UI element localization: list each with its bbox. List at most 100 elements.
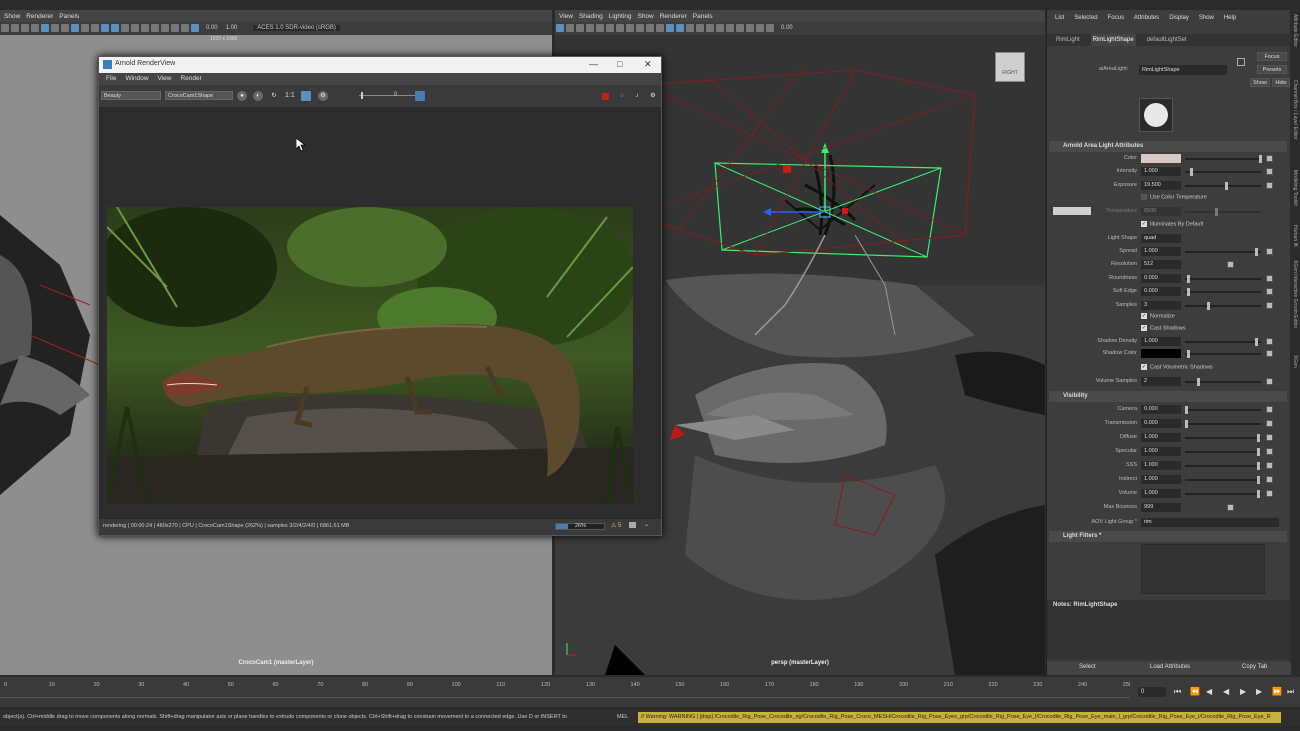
intensity-slider[interactable]	[1185, 171, 1261, 173]
warning-icon[interactable]: ⚠ 5	[611, 522, 621, 529]
select-button[interactable]: Select	[1079, 664, 1096, 670]
chevron-down-icon[interactable]: ⌄	[644, 521, 649, 528]
map-button-icon[interactable]	[1266, 448, 1273, 455]
render-region-icon[interactable]: ●	[237, 91, 247, 101]
isolate-icon[interactable]	[726, 24, 734, 32]
ao-icon[interactable]	[706, 24, 714, 32]
map-button-icon[interactable]	[1266, 350, 1273, 357]
menu-window[interactable]: Window	[125, 73, 148, 85]
gear-icon[interactable]: ⚙	[318, 91, 328, 101]
isolate-icon[interactable]	[171, 24, 179, 32]
image-plane-icon[interactable]	[31, 24, 39, 32]
camera-select[interactable]: CrocoCam1Shape	[165, 91, 233, 100]
display-settings-icon[interactable]: ◐	[253, 91, 263, 101]
dock-tab-xgen-groom[interactable]: XGen Interactive Groom Editor	[1292, 260, 1298, 328]
map-button-icon[interactable]	[1227, 504, 1234, 511]
safe-action-icon[interactable]	[91, 24, 99, 32]
command-line-warning[interactable]: // Warning: WARNING | [disp] /Crocodile_…	[638, 712, 1281, 723]
xray-icon[interactable]	[736, 24, 744, 32]
map-button-icon[interactable]	[1266, 434, 1273, 441]
color-space-select[interactable]: ACES 1.0 SDR-video (sRGB)	[253, 25, 340, 31]
tab-defaultlightset[interactable]: defaultLightSet	[1147, 34, 1187, 46]
xray-icon[interactable]	[181, 24, 189, 32]
soft-edge-slider[interactable]	[1185, 291, 1261, 293]
menu-attributes[interactable]: Attributes	[1134, 12, 1159, 24]
textured-icon[interactable]	[676, 24, 684, 32]
map-button-icon[interactable]	[1266, 420, 1273, 427]
grid-icon[interactable]	[41, 24, 49, 32]
dock-tab-xgen[interactable]: XGen	[1292, 355, 1298, 368]
diffuse-field[interactable]: 1.000	[1141, 433, 1181, 442]
shadows-icon[interactable]	[141, 24, 149, 32]
gate-mask-icon[interactable]	[71, 24, 79, 32]
textured-icon[interactable]	[121, 24, 129, 32]
map-button-icon[interactable]	[1266, 155, 1273, 162]
indirect-field[interactable]: 1.000	[1141, 475, 1181, 484]
refresh-icon[interactable]: ↻	[269, 91, 279, 101]
resolution-gate-icon[interactable]	[61, 24, 69, 32]
volume-slider[interactable]	[1185, 493, 1261, 495]
camera-slider[interactable]	[1185, 409, 1261, 411]
gamma-field[interactable]: 1.00	[226, 25, 238, 31]
play-forward-icon[interactable]: ▶	[1240, 687, 1246, 696]
cast-volumetric-shadows-checkbox[interactable]: ✓ Cast Volumetric Shadows	[1141, 364, 1291, 375]
maximize-icon[interactable]: □	[617, 59, 622, 69]
map-button-icon[interactable]	[1266, 462, 1273, 469]
smooth-shade-icon[interactable]	[111, 24, 119, 32]
camera-icon[interactable]	[1, 24, 9, 32]
slider-knob[interactable]	[1255, 248, 1258, 256]
resolution-field[interactable]: 512	[1141, 260, 1181, 269]
slider-knob[interactable]	[1255, 338, 1258, 346]
slider-knob[interactable]	[1207, 302, 1210, 310]
slider-knob[interactable]	[1225, 182, 1228, 190]
sss-field[interactable]: 1.000	[1141, 461, 1181, 470]
exposure-slider-handle[interactable]	[361, 92, 363, 99]
map-button-icon[interactable]	[1266, 302, 1273, 309]
dock-tab-attribute-editor[interactable]: Attribute Editor	[1292, 14, 1298, 47]
specular-field[interactable]: 1.000	[1141, 447, 1181, 456]
close-icon[interactable]: ✕	[644, 59, 652, 70]
stop-render-icon[interactable]	[602, 93, 609, 100]
mel-label[interactable]: MEL	[617, 714, 628, 720]
settings-gear-icon[interactable]: ⚙	[648, 91, 658, 101]
tab-rimlight[interactable]: RimLight	[1056, 34, 1080, 46]
slider-knob[interactable]	[1185, 420, 1188, 428]
samples-slider[interactable]	[1185, 305, 1261, 307]
slider-knob[interactable]	[1185, 406, 1188, 414]
renderview-titlebar[interactable]: Arnold RenderView — □ ✕	[99, 57, 661, 73]
menu-file[interactable]: File	[106, 73, 116, 85]
display-settings-icon[interactable]	[766, 24, 774, 32]
roundness-field[interactable]: 0.000	[1141, 274, 1181, 283]
exposure-field[interactable]: 19.500	[1141, 181, 1181, 190]
slider-knob[interactable]	[1197, 378, 1200, 386]
safe-action-icon[interactable]	[646, 24, 654, 32]
hide-button[interactable]: Hide	[1272, 78, 1290, 87]
menu-view[interactable]: View	[158, 73, 172, 85]
aov-select[interactable]: Beauty	[101, 91, 161, 100]
exposure-field[interactable]: 0.00	[781, 25, 793, 31]
slider-knob[interactable]	[1187, 275, 1190, 283]
lock-icon[interactable]	[566, 24, 574, 32]
step-forward-key-icon[interactable]: ⏩	[1272, 687, 1282, 696]
map-button-icon[interactable]	[1266, 338, 1273, 345]
sss-slider[interactable]	[1185, 465, 1261, 467]
section-light-filters[interactable]: Light Filters *	[1049, 531, 1287, 542]
smooth-shade-icon[interactable]	[666, 24, 674, 32]
normalize-checkbox[interactable]: ✓ Normalize	[1141, 313, 1291, 324]
aa-icon[interactable]	[161, 24, 169, 32]
xray-joints-icon[interactable]	[746, 24, 754, 32]
roundness-slider[interactable]	[1185, 278, 1261, 280]
time-slider[interactable]: 0 10 20 30 40 50 60 70 80 90 100 110 120 130 140 150 160…	[0, 677, 1132, 707]
temperature-slider[interactable]	[1185, 211, 1261, 213]
ao-icon[interactable]	[151, 24, 159, 32]
wireframe-icon[interactable]	[101, 24, 109, 32]
volume-field[interactable]: 1.000	[1141, 489, 1181, 498]
menu-render[interactable]: Render	[180, 73, 201, 85]
menu-focus[interactable]: Focus	[1108, 12, 1124, 24]
slider-knob[interactable]	[1187, 350, 1190, 358]
intensity-field[interactable]: 1.000	[1141, 167, 1181, 176]
slider-knob[interactable]	[1257, 448, 1260, 456]
lights-icon[interactable]	[686, 24, 694, 32]
snapshot-icon[interactable]	[629, 522, 636, 528]
notes-panel[interactable]: Notes: RimLightShape	[1047, 600, 1291, 660]
